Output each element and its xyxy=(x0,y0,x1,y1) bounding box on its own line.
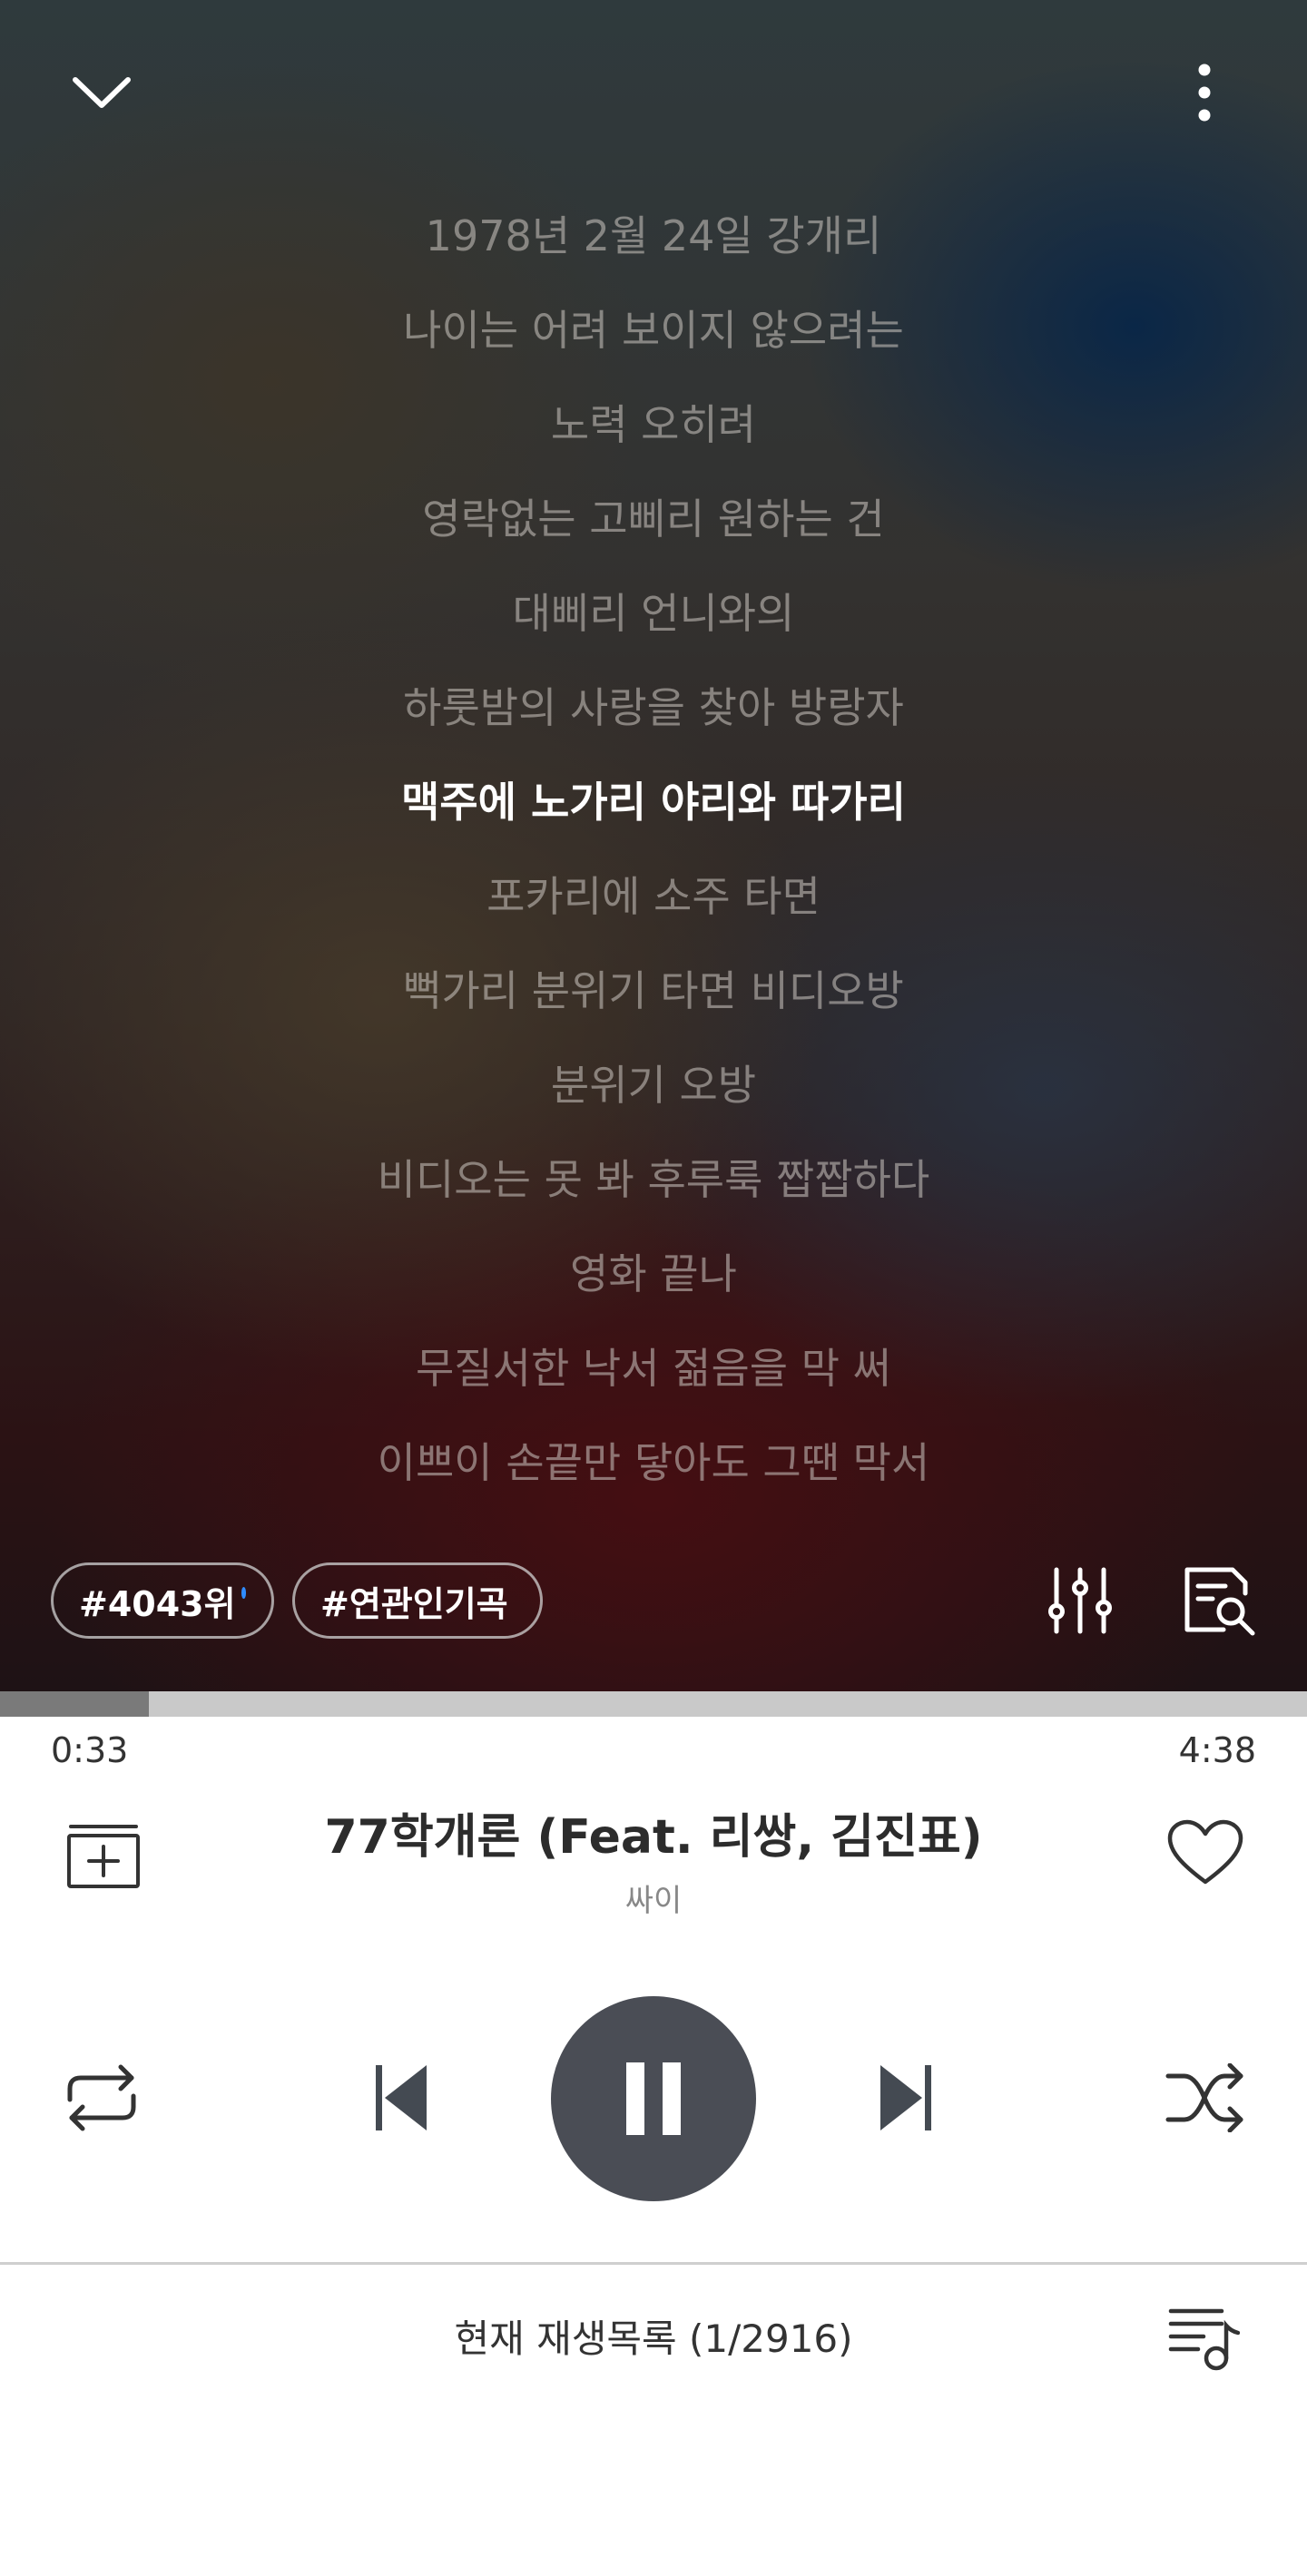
lyric-line[interactable]: 비디오는 못 봐 후루룩 짭짭하다 xyxy=(0,1143,1307,1238)
equalizer-icon[interactable] xyxy=(1031,1552,1129,1650)
song-artist[interactable]: 싸이 xyxy=(227,1878,1080,1924)
new-indicator-dot xyxy=(241,1586,246,1599)
lyric-line-current[interactable]: 맥주에 노가리 야리와 따가리 xyxy=(0,766,1307,860)
pause-icon xyxy=(626,2062,681,2135)
chart-rank-label: #4043위 xyxy=(79,1583,236,1624)
related-songs-label: #연관인기곡 xyxy=(320,1583,508,1624)
lyric-line[interactable]: 1978년 2월 24일 강개리 xyxy=(0,200,1307,294)
divider xyxy=(0,2262,1307,2265)
skip-previous-icon[interactable] xyxy=(354,2051,448,2145)
lyrics-list[interactable]: 1978년 2월 24일 강개리 나이는 어려 보이지 않으려는 노력 오히려 … xyxy=(0,200,1307,1521)
chart-rank-tag[interactable]: #4043위 xyxy=(51,1562,274,1639)
lyrics-search-icon[interactable] xyxy=(1171,1552,1269,1650)
lyric-line[interactable]: 무질서한 낙서 젊음을 막 써 xyxy=(0,1332,1307,1426)
lyric-line[interactable]: 포카리에 소주 타면 xyxy=(0,860,1307,955)
lyrics-panel[interactable]: 1978년 2월 24일 강개리 나이는 어려 보이지 않으려는 노력 오히려 … xyxy=(0,0,1307,1691)
related-songs-tag[interactable]: #연관인기곡 xyxy=(292,1562,543,1639)
heart-icon[interactable] xyxy=(1158,1806,1253,1900)
chevron-down-icon[interactable] xyxy=(54,45,149,140)
song-title[interactable]: 77학개론 (Feat. 리쌍, 김진표) xyxy=(227,1806,1080,1869)
current-playlist-label[interactable]: 현재 재생목록 (1/2916) xyxy=(272,2310,1035,2368)
lyric-line[interactable]: 하룻밤의 사랑을 찾아 방랑자 xyxy=(0,671,1307,766)
current-time: 0:33 xyxy=(51,1730,129,1770)
lyric-line[interactable]: 영화 끝나 xyxy=(0,1238,1307,1332)
skip-next-icon[interactable] xyxy=(859,2051,953,2145)
pause-button[interactable] xyxy=(551,1996,756,2201)
lyric-line[interactable]: 대삐리 언니와의 xyxy=(0,577,1307,671)
lyric-line[interactable]: 분위기 오방 xyxy=(0,1049,1307,1143)
lyric-line[interactable]: 영락없는 고삐리 원하는 건 xyxy=(0,483,1307,577)
total-time: 4:38 xyxy=(1178,1730,1256,1770)
repeat-icon[interactable] xyxy=(51,2051,152,2145)
lyric-line[interactable]: 나이는 어려 보이지 않으려는 xyxy=(0,294,1307,388)
shuffle-icon[interactable] xyxy=(1155,2051,1256,2145)
more-vertical-icon[interactable] xyxy=(1157,45,1252,140)
lyric-line[interactable]: 뻑가리 분위기 타면 비디오방 xyxy=(0,955,1307,1049)
seek-bar-progress xyxy=(0,1691,150,1717)
seek-bar[interactable] xyxy=(0,1691,1307,1717)
queue-music-icon[interactable] xyxy=(1155,2292,1253,2386)
lyric-line[interactable]: 노력 오히려 xyxy=(0,388,1307,483)
add-to-playlist-icon[interactable] xyxy=(54,1811,152,1902)
lyric-line[interactable]: 이쁘이 손끝만 닿아도 그땐 막서 xyxy=(0,1426,1307,1521)
